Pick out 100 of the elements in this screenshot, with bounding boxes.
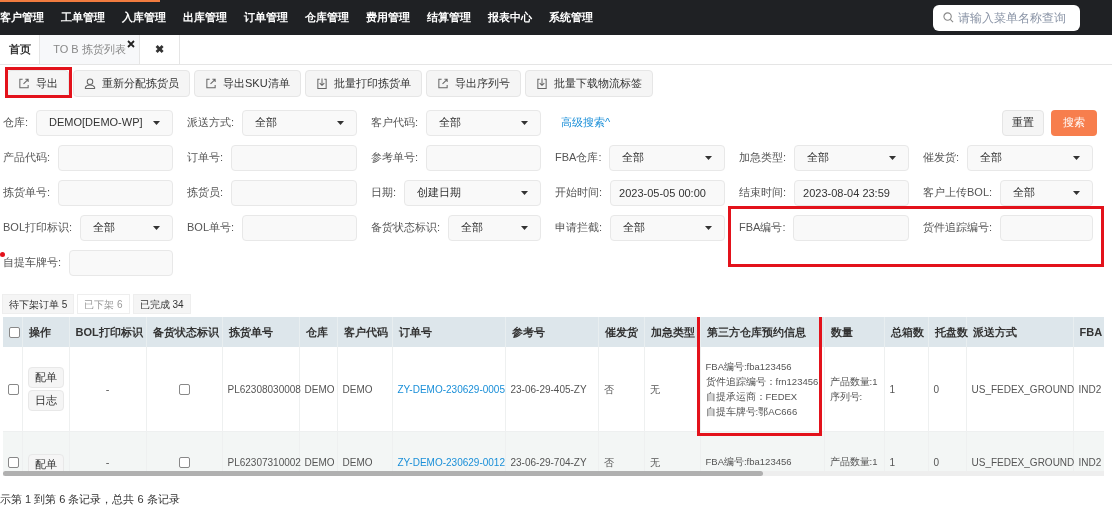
field-label: 拣货单号: — [3, 185, 51, 201]
column-header[interactable]: 订单号 — [398, 325, 432, 338]
column-header[interactable]: 派送方式 — [972, 325, 1017, 338]
toolbar-button[interactable]: 批量打印拣货单 — [304, 70, 422, 97]
cell-text: 0 — [933, 383, 940, 395]
column-header[interactable]: 托盘数 — [934, 325, 968, 338]
toolbar-button[interactable]: 导出SKU清单 — [194, 70, 301, 97]
export-icon — [18, 77, 30, 90]
scrollbar[interactable] — [3, 471, 1104, 476]
checkbox[interactable] — [8, 384, 19, 396]
column-header[interactable]: 第三方仓库预约信息 — [706, 325, 806, 338]
toolbar-button[interactable]: 导出序列号 — [425, 70, 521, 97]
menu-item[interactable]: 客户管理 — [0, 9, 44, 26]
select-field[interactable]: 全部 — [609, 144, 725, 171]
menu-search-field[interactable]: 请输入菜单名称查询 — [933, 4, 1080, 31]
menu-item[interactable]: 系统管理 — [549, 9, 593, 26]
cell-text: 否 — [603, 383, 614, 395]
toolbar-button[interactable]: 批量下载物流标签 — [524, 70, 653, 97]
caret-icon — [521, 190, 528, 195]
caret-icon — [153, 120, 160, 125]
toolbar-button[interactable]: 重新分配拣货员 — [73, 70, 190, 97]
row-action-button[interactable]: 日志 — [27, 389, 64, 411]
select-field[interactable]: 全部 — [426, 109, 541, 136]
row-action-button[interactable]: 配单 — [27, 366, 64, 388]
cell-text: 否 — [603, 456, 614, 468]
select-field[interactable]: 创建日期 — [404, 179, 541, 206]
menu-item[interactable]: 报表中心 — [488, 9, 532, 26]
column-header[interactable]: BOL打印标识 — [75, 325, 143, 338]
status-tab[interactable]: 已完成 34 — [132, 294, 191, 314]
caret-icon — [153, 225, 160, 230]
checkbox[interactable] — [178, 384, 190, 396]
cell-text: PL62308030008 — [227, 383, 301, 395]
field-label: 订单号: — [187, 150, 224, 166]
order-link[interactable]: ZY-DEMO-230629-0005 — [397, 383, 505, 395]
column-header[interactable]: 拣货单号 — [228, 325, 273, 338]
user-icon — [84, 77, 96, 90]
field-label: 派送方式: — [187, 115, 235, 131]
toolbar-button[interactable]: 导出 — [7, 70, 69, 97]
select-field[interactable]: 全部 — [1000, 179, 1093, 206]
column-header[interactable]: 数量 — [830, 325, 853, 338]
checkbox[interactable] — [8, 457, 19, 469]
checkbox[interactable] — [9, 327, 20, 339]
field-label: BOL单号: — [187, 220, 235, 236]
field-label: 货件追踪编号: — [923, 220, 993, 236]
close-icon[interactable] — [127, 40, 135, 48]
column-header[interactable]: 仓库 — [305, 325, 328, 338]
select-field[interactable]: 全部 — [610, 214, 725, 241]
column-header[interactable]: 总箱数 — [890, 325, 924, 338]
status-tab[interactable]: 待下架订单 5 — [2, 294, 75, 314]
cell-text: US_FEDEX_GROUND — [971, 456, 1075, 468]
select-field[interactable]: 全部 — [242, 109, 357, 136]
input-field[interactable]: 2023-08-04 23:59 — [794, 179, 909, 206]
caret-icon — [521, 120, 528, 125]
field-label: 备货状态标识: — [371, 220, 441, 236]
menu-item[interactable]: 仓库管理 — [305, 9, 349, 26]
column-header[interactable]: 催发货 — [604, 325, 638, 338]
menu-item[interactable]: 出库管理 — [183, 9, 227, 26]
cell-text: - — [105, 455, 110, 468]
field-label: 自提车牌号: — [3, 255, 62, 271]
cell-text: FBA编号:fba123456 — [705, 359, 793, 374]
reset-button[interactable]: 重置 — [1002, 109, 1044, 136]
record-summary: 示第 1 到第 6 条记录，总共 6 条记录 — [0, 492, 180, 507]
cell-text: 产品数量:1 — [829, 454, 879, 469]
field-label: 产品代码: — [3, 150, 51, 166]
cell-text: FBA编号:fba123456 — [705, 454, 793, 469]
menu-item[interactable]: 工单管理 — [61, 9, 105, 26]
field-label: 参考单号: — [371, 150, 419, 166]
column-header[interactable]: 备货状态标识 — [152, 325, 219, 338]
page-tab[interactable]: TO B 拣货列表 — [40, 35, 140, 64]
cell-text: 1 — [889, 383, 896, 395]
select-field[interactable]: 全部 — [967, 144, 1093, 171]
checkbox[interactable] — [178, 457, 190, 469]
menu-item[interactable]: 结算管理 — [427, 9, 471, 26]
field-label: FBA仓库: — [555, 150, 602, 166]
select-field[interactable]: 全部 — [448, 214, 541, 241]
column-header[interactable]: FBA — [1079, 325, 1103, 338]
field-label: 加急类型: — [739, 150, 787, 166]
field-label: FBA编号: — [739, 220, 786, 236]
column-header[interactable]: 加急类型 — [650, 325, 695, 338]
select-field[interactable]: 全部 — [794, 144, 909, 171]
column-header[interactable]: 客户代码 — [343, 325, 388, 338]
cell-text: 序列号: — [829, 389, 864, 404]
cell-text: US_FEDEX_GROUND — [971, 383, 1075, 395]
menu-item[interactable]: 费用管理 — [366, 9, 410, 26]
cell-text: 自提车牌号:鄂AC666 — [705, 404, 799, 419]
menu-item[interactable]: 订单管理 — [244, 9, 288, 26]
select-field[interactable]: 全部 — [80, 214, 173, 241]
select-field[interactable]: DEMO[DEMO-WP] — [36, 109, 173, 136]
cell-text: 1 — [889, 456, 896, 468]
export-icon — [205, 77, 217, 90]
caret-icon — [1073, 155, 1080, 160]
input-field[interactable]: 2023-05-05 00:00 — [610, 179, 725, 206]
cell-text: DEMO — [342, 383, 373, 395]
column-header[interactable]: 参考号 — [511, 325, 545, 338]
column-header[interactable]: 操作 — [28, 325, 51, 338]
advanced-search-link[interactable]: 高级搜索^ — [561, 114, 611, 131]
cell-text: 无 — [649, 383, 660, 395]
cell-text: 产品数量:1 — [829, 374, 879, 389]
menu-item[interactable]: 入库管理 — [122, 9, 166, 26]
caret-icon — [337, 120, 344, 125]
